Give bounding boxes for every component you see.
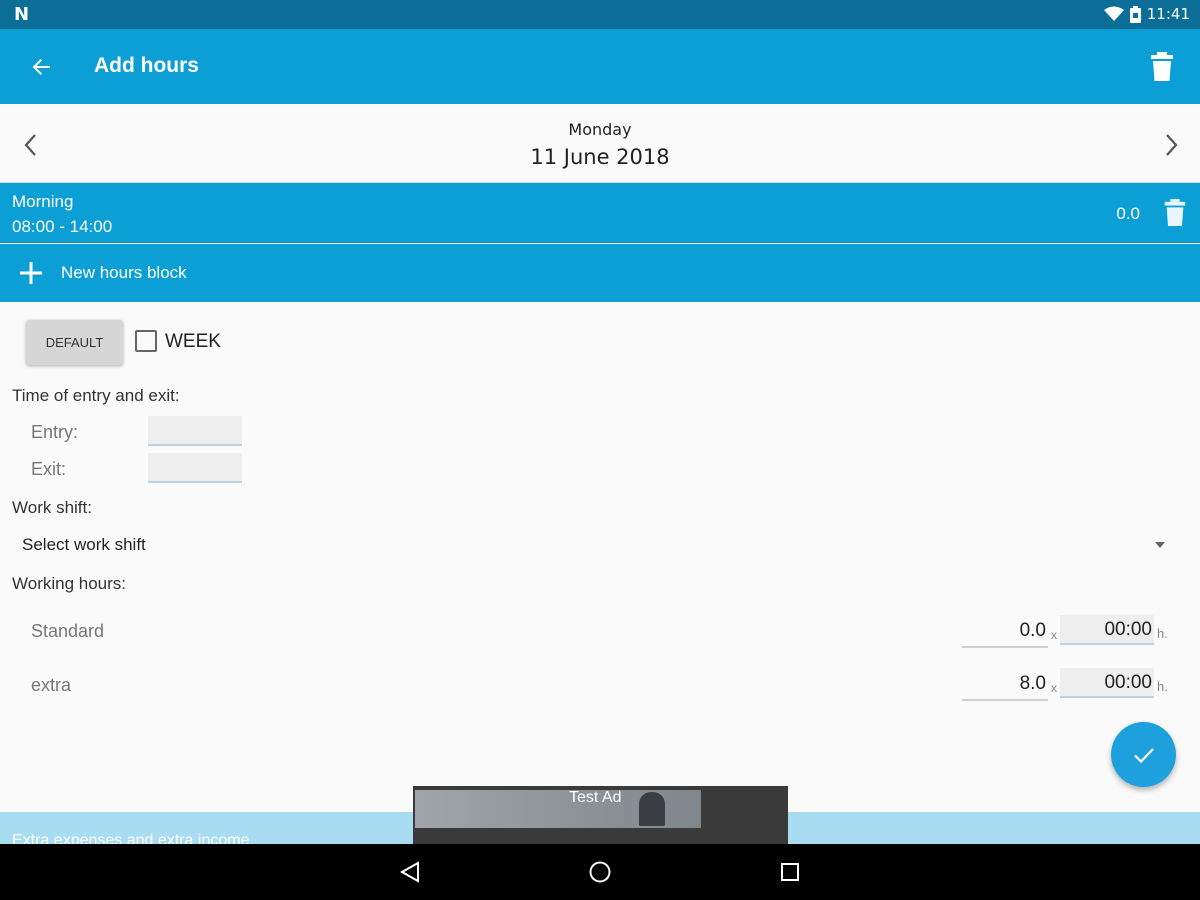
- save-button[interactable]: [1111, 722, 1176, 787]
- selected-date: 11 June 2018: [530, 145, 670, 169]
- work-shift-select[interactable]: Select work shift: [20, 530, 1180, 560]
- week-checkbox[interactable]: [135, 330, 157, 352]
- nav-home-icon[interactable]: [588, 860, 612, 888]
- back-arrow-icon[interactable]: [28, 53, 56, 81]
- clock: 11:41: [1146, 5, 1190, 23]
- ad-banner[interactable]: Test Ad: [413, 786, 788, 844]
- multiply-symbol: x: [1051, 628, 1057, 642]
- default-button[interactable]: DEFAULT: [26, 320, 123, 365]
- wifi-icon: [1103, 6, 1124, 22]
- exit-time-input[interactable]: [148, 453, 242, 483]
- ad-person-image: [639, 792, 665, 826]
- hours-block-morning[interactable]: Morning 08:00 - 14:00 0.0: [0, 183, 1200, 243]
- extra-time-input[interactable]: 00:00: [1060, 668, 1154, 698]
- ad-label: Test Ad: [569, 789, 622, 806]
- multiply-symbol: x: [1051, 681, 1057, 695]
- working-hours-heading: Working hours:: [12, 574, 127, 593]
- hours-block-value: 0.0: [1116, 204, 1140, 223]
- page-title: Add hours: [94, 54, 199, 77]
- nav-recents-icon[interactable]: [778, 860, 802, 888]
- status-bar: N 11:41: [0, 0, 1200, 29]
- date-navigator: Monday 11 June 2018: [0, 104, 1200, 183]
- extra-multiplier-input[interactable]: 8.0: [962, 667, 1048, 701]
- checkmark-icon: [1134, 748, 1154, 764]
- entry-label: Entry:: [31, 422, 79, 442]
- notification-icon: N: [14, 4, 30, 25]
- dropdown-caret-icon: [1155, 542, 1165, 548]
- extra-hours-label: extra: [31, 675, 72, 695]
- hours-form: DEFAULT WEEK Time of entry and exit: Ent…: [0, 302, 1200, 812]
- hours-block-time-range: 08:00 - 14:00: [12, 217, 113, 236]
- app-bar: Add hours: [0, 29, 1200, 104]
- new-hours-block-button[interactable]: New hours block: [0, 244, 1200, 302]
- standard-multiplier-input[interactable]: 0.0: [962, 614, 1048, 648]
- hours-block-name: Morning: [12, 192, 74, 211]
- exit-label: Exit:: [31, 459, 67, 479]
- delete-block-icon[interactable]: [1162, 198, 1188, 232]
- navigation-bar: [0, 844, 1200, 900]
- standard-hours-label: Standard: [31, 621, 105, 641]
- week-checkbox-label: WEEK: [165, 331, 221, 352]
- plus-icon: [18, 260, 44, 290]
- extra-expenses-label: Extra expenses and extra income: [12, 832, 250, 844]
- day-of-week: Monday: [568, 120, 632, 139]
- work-shift-heading: Work shift:: [12, 498, 92, 517]
- entry-exit-heading: Time of entry and exit:: [12, 386, 180, 405]
- chevron-right-icon[interactable]: [1160, 132, 1182, 162]
- nav-back-icon[interactable]: [398, 860, 422, 888]
- delete-icon[interactable]: [1148, 51, 1176, 87]
- battery-icon: [1129, 5, 1141, 23]
- entry-time-input[interactable]: [148, 416, 242, 446]
- new-hours-block-label: New hours block: [61, 263, 187, 282]
- standard-time-input[interactable]: 00:00: [1060, 615, 1154, 645]
- hours-unit: h.: [1157, 626, 1168, 641]
- hours-unit: h.: [1157, 679, 1168, 694]
- status-icons: 11:41: [1103, 5, 1190, 23]
- work-shift-selected-value: Select work shift: [22, 535, 146, 554]
